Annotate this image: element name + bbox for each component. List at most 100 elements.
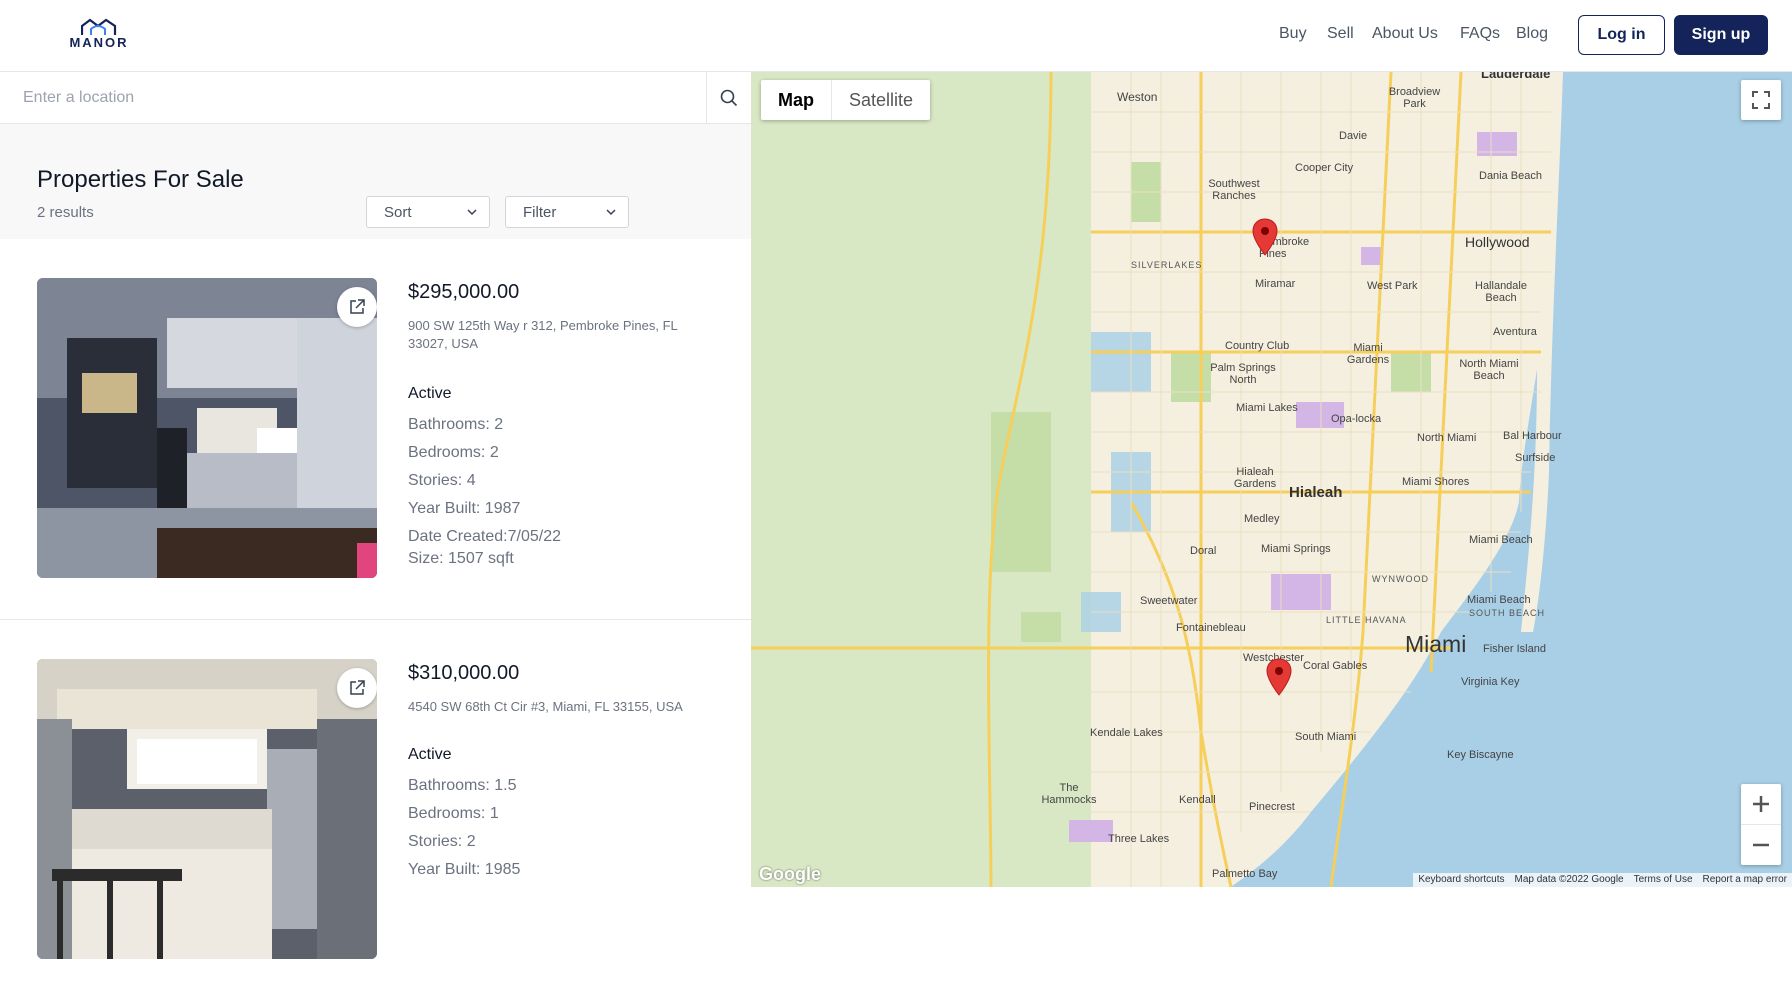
listing-stories: Stories: 2 bbox=[408, 833, 476, 850]
map-label: Miami bbox=[1405, 631, 1467, 657]
map-label: South Miami bbox=[1295, 731, 1357, 743]
map-label: Pinecrest bbox=[1249, 801, 1295, 813]
map-label: Miramar bbox=[1255, 278, 1296, 290]
listing-date-created: Date Created:7/05/22 bbox=[408, 528, 561, 545]
location-search-input[interactable] bbox=[0, 72, 706, 123]
sort-label: Sort bbox=[384, 203, 412, 221]
listing-panel: Properties For Sale 2 results Sort Filte… bbox=[0, 72, 751, 999]
map-label: Cooper City bbox=[1295, 162, 1354, 174]
nav-about-us[interactable]: About Us bbox=[1372, 25, 1438, 43]
external-link-icon bbox=[350, 299, 365, 314]
property-photo[interactable] bbox=[37, 659, 377, 959]
keyboard-shortcuts-link[interactable]: Keyboard shortcuts bbox=[1413, 873, 1509, 887]
listing-bedrooms: Bedrooms: 2 bbox=[408, 444, 499, 461]
map-label: The Hammocks bbox=[1041, 782, 1097, 806]
listing-stories: Stories: 4 bbox=[408, 472, 476, 489]
map-label: Hollywood bbox=[1465, 234, 1530, 250]
listing-year-built: Year Built: 1985 bbox=[408, 861, 521, 878]
map-label: Miami Gardens bbox=[1346, 342, 1390, 366]
zoom-out-button[interactable] bbox=[1741, 825, 1781, 865]
login-button[interactable]: Log in bbox=[1578, 15, 1665, 55]
map-label: Kendall bbox=[1179, 794, 1216, 806]
map-label: Hallandale Beach bbox=[1475, 280, 1527, 304]
map-type-satellite-button[interactable]: Satellite bbox=[832, 80, 930, 120]
listing-status: Active bbox=[408, 746, 452, 763]
external-link-icon bbox=[350, 680, 365, 695]
zoom-control bbox=[1741, 784, 1781, 865]
nav-buy[interactable]: Buy bbox=[1279, 25, 1307, 43]
map-label: LITTLE HAVANA bbox=[1326, 615, 1407, 625]
kitchen-photo bbox=[37, 278, 377, 578]
map-label: Miami Beach bbox=[1469, 534, 1533, 546]
map-view[interactable]: Lauderdale Weston Broadview Park Davie C… bbox=[751, 72, 1792, 887]
map-label: North Miami bbox=[1417, 432, 1477, 444]
listing-bathrooms: Bathrooms: 2 bbox=[408, 416, 504, 433]
sort-dropdown[interactable]: Sort bbox=[366, 196, 490, 228]
search-button[interactable] bbox=[706, 72, 751, 123]
map-label: Southwest Ranches bbox=[1208, 178, 1260, 202]
map-label: Miami Lakes bbox=[1236, 402, 1298, 414]
map-label: Fisher Island bbox=[1483, 643, 1546, 655]
map-label: West Park bbox=[1367, 280, 1418, 292]
listing-bedrooms: Bedrooms: 1 bbox=[408, 805, 499, 822]
map-label: Virginia Key bbox=[1461, 676, 1520, 688]
manor-logo[interactable]: MANOR bbox=[68, 18, 130, 52]
map-label: Dania Beach bbox=[1479, 170, 1542, 182]
property-photo[interactable] bbox=[37, 278, 377, 578]
search-icon bbox=[720, 89, 738, 106]
property-card[interactable]: $295,000.00 900 SW 125th Way r 312, Pemb… bbox=[0, 239, 751, 619]
map-label: SOUTH BEACH bbox=[1469, 608, 1546, 618]
terms-of-use-link[interactable]: Terms of Use bbox=[1629, 873, 1698, 887]
listing-size: Size: 1507 sqft bbox=[408, 550, 514, 567]
top-navbar: MANOR Buy Sell About Us FAQs Blog Log in… bbox=[0, 0, 1792, 72]
page-title: Properties For Sale bbox=[37, 166, 244, 193]
map-label: Surfside bbox=[1515, 452, 1556, 464]
listing-price: $310,000.00 bbox=[408, 662, 520, 684]
fullscreen-icon bbox=[1752, 91, 1770, 109]
map-label: Bal Harbour bbox=[1503, 430, 1562, 442]
open-listing-button[interactable] bbox=[337, 668, 377, 708]
map-label: Key Biscayne bbox=[1447, 749, 1514, 761]
listing-status: Active bbox=[408, 385, 452, 402]
filter-dropdown[interactable]: Filter bbox=[505, 196, 629, 228]
map-label: Weston bbox=[1117, 90, 1158, 104]
listing-bathrooms: Bathrooms: 1.5 bbox=[408, 777, 517, 794]
map-type-map-button[interactable]: Map bbox=[761, 80, 832, 120]
map-label: Miami Shores bbox=[1402, 476, 1470, 488]
plus-icon bbox=[1753, 796, 1769, 812]
map-label: Miami Beach bbox=[1467, 594, 1531, 606]
filter-label: Filter bbox=[523, 203, 557, 221]
map-label: Hialeah Gardens bbox=[1233, 466, 1277, 490]
listing-address: 4540 SW 68th Ct Cir #3, Miami, FL 33155,… bbox=[408, 699, 683, 714]
report-map-error-link[interactable]: Report a map error bbox=[1698, 873, 1792, 887]
listing-price: $295,000.00 bbox=[408, 281, 520, 303]
map-marker-icon[interactable] bbox=[1252, 218, 1278, 256]
map-marker-icon[interactable] bbox=[1266, 658, 1292, 696]
map-label: Medley bbox=[1244, 513, 1280, 525]
location-search bbox=[0, 72, 751, 124]
chevron-down-icon bbox=[606, 209, 616, 216]
map-label: Country Club bbox=[1225, 340, 1290, 352]
map-label: Fontainebleau bbox=[1176, 622, 1246, 634]
map-label: Aventura bbox=[1493, 326, 1537, 338]
map-label: Sweetwater bbox=[1140, 595, 1198, 607]
fullscreen-button[interactable] bbox=[1741, 80, 1781, 120]
google-logo: Google bbox=[759, 864, 821, 884]
map-label: Coral Gables bbox=[1303, 660, 1368, 672]
zoom-in-button[interactable] bbox=[1741, 785, 1781, 825]
map-data-text: Map data ©2022 Google bbox=[1514, 874, 1624, 885]
open-listing-button[interactable] bbox=[337, 287, 377, 327]
nav-faqs[interactable]: FAQs bbox=[1460, 25, 1500, 43]
nav-sell[interactable]: Sell bbox=[1327, 25, 1354, 43]
map-label: Lauderdale bbox=[1481, 72, 1551, 81]
listing-year-built: Year Built: 1987 bbox=[408, 500, 521, 517]
map-label: WYNWOOD bbox=[1372, 574, 1429, 584]
property-card[interactable]: $310,000.00 4540 SW 68th Ct Cir #3, Miam… bbox=[0, 619, 751, 999]
map-label: Palmetto Bay bbox=[1212, 868, 1278, 880]
house-roof-icon bbox=[81, 18, 117, 35]
map-label: Davie bbox=[1339, 130, 1368, 142]
signup-button[interactable]: Sign up bbox=[1674, 15, 1768, 55]
map-label: Miami Springs bbox=[1261, 543, 1331, 555]
nav-blog[interactable]: Blog bbox=[1516, 25, 1548, 43]
chevron-down-icon bbox=[467, 209, 477, 216]
